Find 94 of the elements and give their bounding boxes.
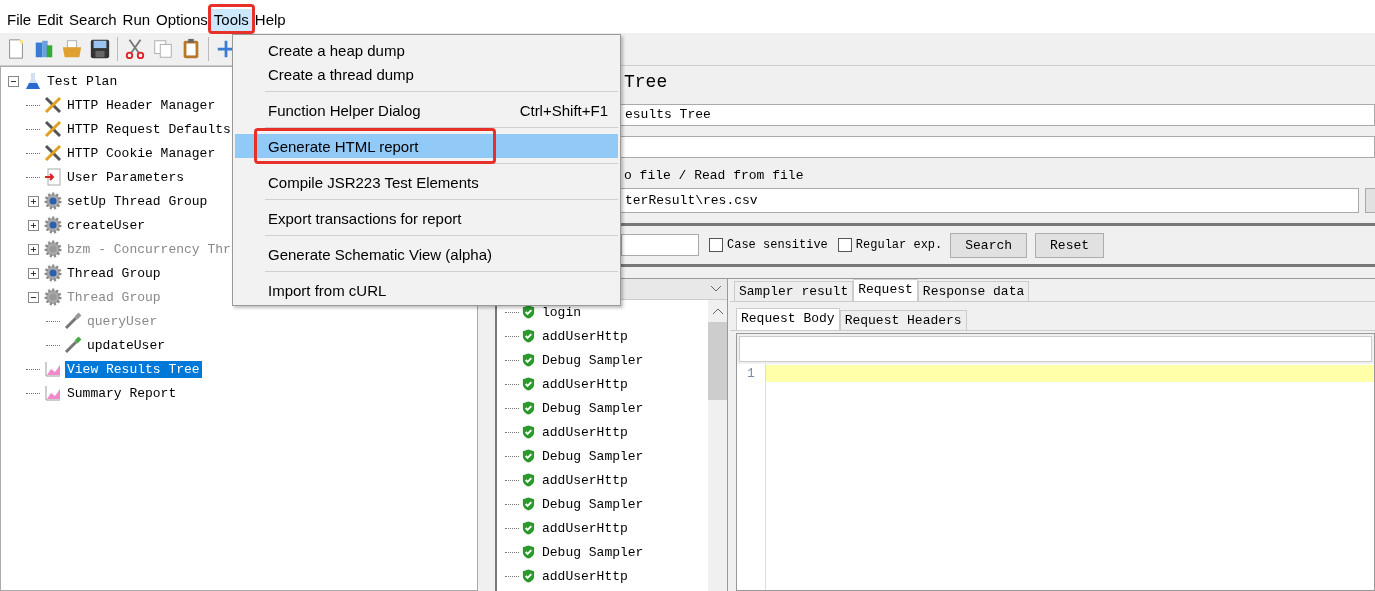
result-item[interactable]: addUserHttp bbox=[542, 472, 628, 488]
document-icon bbox=[44, 168, 62, 186]
expand-toggle[interactable] bbox=[7, 75, 19, 87]
tree-item[interactable]: HTTP Header Manager bbox=[65, 96, 218, 114]
menu-entry[interactable]: Generate HTML report bbox=[235, 134, 618, 158]
expand-toggle[interactable] bbox=[27, 219, 39, 231]
gear-icon bbox=[44, 264, 62, 282]
shield-check-icon bbox=[521, 472, 536, 488]
scrollbar[interactable] bbox=[708, 300, 727, 591]
gear-icon bbox=[44, 288, 62, 306]
result-item[interactable]: Debug Sampler bbox=[542, 496, 644, 512]
flask-icon bbox=[24, 72, 42, 90]
scissors-icon[interactable] bbox=[124, 38, 146, 60]
pipette-icon bbox=[64, 312, 82, 330]
checkbox-label: Regular exp. bbox=[855, 238, 943, 252]
result-item[interactable]: login bbox=[542, 304, 581, 320]
shield-check-icon bbox=[521, 352, 536, 368]
shield-check-icon bbox=[521, 400, 536, 416]
result-item[interactable]: Debug Sampler bbox=[542, 544, 644, 560]
result-item[interactable]: addUserHttp bbox=[542, 568, 628, 584]
result-item[interactable]: Debug Sampler bbox=[542, 400, 644, 416]
shield-check-icon bbox=[521, 544, 536, 560]
expand-toggle[interactable] bbox=[27, 195, 39, 207]
menu-entry-label: Generate HTML report bbox=[268, 137, 419, 155]
shortcut-label: Ctrl+Shift+F1 bbox=[519, 101, 608, 119]
tree-item[interactable]: Summary Report bbox=[65, 384, 179, 402]
menu-entry[interactable]: Generate Schematic View (alpha) bbox=[235, 242, 618, 266]
panel-title: Tree bbox=[623, 71, 669, 94]
menu-item[interactable]: Edit bbox=[34, 9, 67, 33]
tab[interactable]: Request bbox=[853, 279, 918, 301]
tab[interactable]: Request Headers bbox=[839, 310, 967, 330]
tree-item[interactable]: Thread Group bbox=[65, 264, 163, 282]
shield-check-icon bbox=[521, 496, 536, 512]
result-item[interactable]: addUserHttp bbox=[542, 328, 628, 344]
search-button[interactable]: Reset bbox=[1035, 232, 1105, 258]
chevron-icon bbox=[711, 286, 721, 292]
menu-entry[interactable]: Import from cURL bbox=[235, 278, 618, 302]
menu-entry-label: Function Helper Dialog bbox=[268, 101, 421, 119]
menu-item[interactable]: File bbox=[4, 9, 35, 33]
menu-entry-label: Create a thread dump bbox=[268, 65, 414, 83]
scroll-thumb[interactable] bbox=[708, 322, 727, 400]
expand-toggle[interactable] bbox=[27, 267, 39, 279]
shield-check-icon bbox=[521, 520, 536, 536]
gear-icon bbox=[44, 192, 62, 210]
menu-item[interactable]: Search bbox=[66, 9, 120, 33]
menu-entry-label: Create a heap dump bbox=[268, 41, 405, 59]
shield-check-icon bbox=[521, 328, 536, 344]
group-label: o file / Read from file bbox=[624, 167, 805, 185]
checkbox[interactable] bbox=[709, 238, 723, 252]
tree-item[interactable]: View Results Tree bbox=[65, 360, 202, 378]
result-item[interactable]: addUserHttp bbox=[542, 424, 628, 440]
checkbox[interactable] bbox=[837, 238, 852, 252]
tools-icon bbox=[44, 96, 62, 114]
tree-item[interactable]: HTTP Cookie Manager bbox=[65, 144, 218, 162]
line-number: 1 bbox=[747, 366, 755, 381]
menu-entry-label: Export transactions for report bbox=[268, 209, 462, 227]
chart-icon bbox=[44, 384, 62, 402]
checkbox-label: Case sensitive bbox=[727, 238, 828, 252]
gear-icon bbox=[44, 216, 62, 234]
tools-icon bbox=[44, 144, 62, 162]
tree-item[interactable]: HTTP Request Defaults bbox=[65, 120, 233, 138]
shield-check-icon bbox=[521, 448, 536, 464]
result-item[interactable]: Debug Sampler bbox=[542, 448, 644, 464]
chart-icon bbox=[44, 360, 62, 378]
save-icon[interactable] bbox=[89, 38, 111, 60]
result-item[interactable]: addUserHttp bbox=[542, 376, 628, 392]
result-item[interactable]: addUserHttp bbox=[542, 520, 628, 536]
search-field[interactable] bbox=[621, 234, 699, 256]
shield-check-icon bbox=[521, 376, 536, 392]
shield-check-icon bbox=[521, 568, 536, 584]
tree-item[interactable]: setUp Thread Group bbox=[65, 192, 210, 210]
tab[interactable]: Response data bbox=[917, 281, 1030, 301]
menu-item[interactable]: Options bbox=[153, 9, 211, 33]
menu-entry-label: Import from cURL bbox=[268, 281, 387, 299]
tools-icon bbox=[44, 120, 62, 138]
tree-item[interactable]: createUser bbox=[65, 216, 147, 234]
tree-item[interactable]: User Parameters bbox=[65, 168, 187, 186]
menu-entry[interactable]: Create a heap dump bbox=[235, 38, 618, 62]
menu-entry-label: Compile JSR223 Test Elements bbox=[268, 173, 479, 191]
menu-item[interactable]: Help bbox=[251, 9, 289, 33]
result-item[interactable]: Debug Sampler bbox=[542, 352, 644, 368]
tab[interactable]: Sampler result bbox=[734, 281, 854, 301]
menu-entry-label: Generate Schematic View (alpha) bbox=[268, 245, 492, 263]
search-button[interactable]: Search bbox=[950, 232, 1028, 258]
tree-item[interactable]: Test Plan bbox=[45, 72, 120, 90]
menu-item[interactable]: Run bbox=[119, 9, 154, 33]
pipette-icon bbox=[64, 336, 82, 354]
shield-check-icon bbox=[521, 304, 536, 320]
menu-entry[interactable]: Create a thread dump bbox=[235, 62, 618, 86]
scroll-up-icon[interactable] bbox=[712, 308, 723, 314]
books-icon[interactable] bbox=[33, 38, 55, 60]
gear-icon bbox=[44, 240, 62, 258]
shield-check-icon bbox=[521, 424, 536, 440]
tab[interactable]: Request Body bbox=[736, 308, 840, 330]
